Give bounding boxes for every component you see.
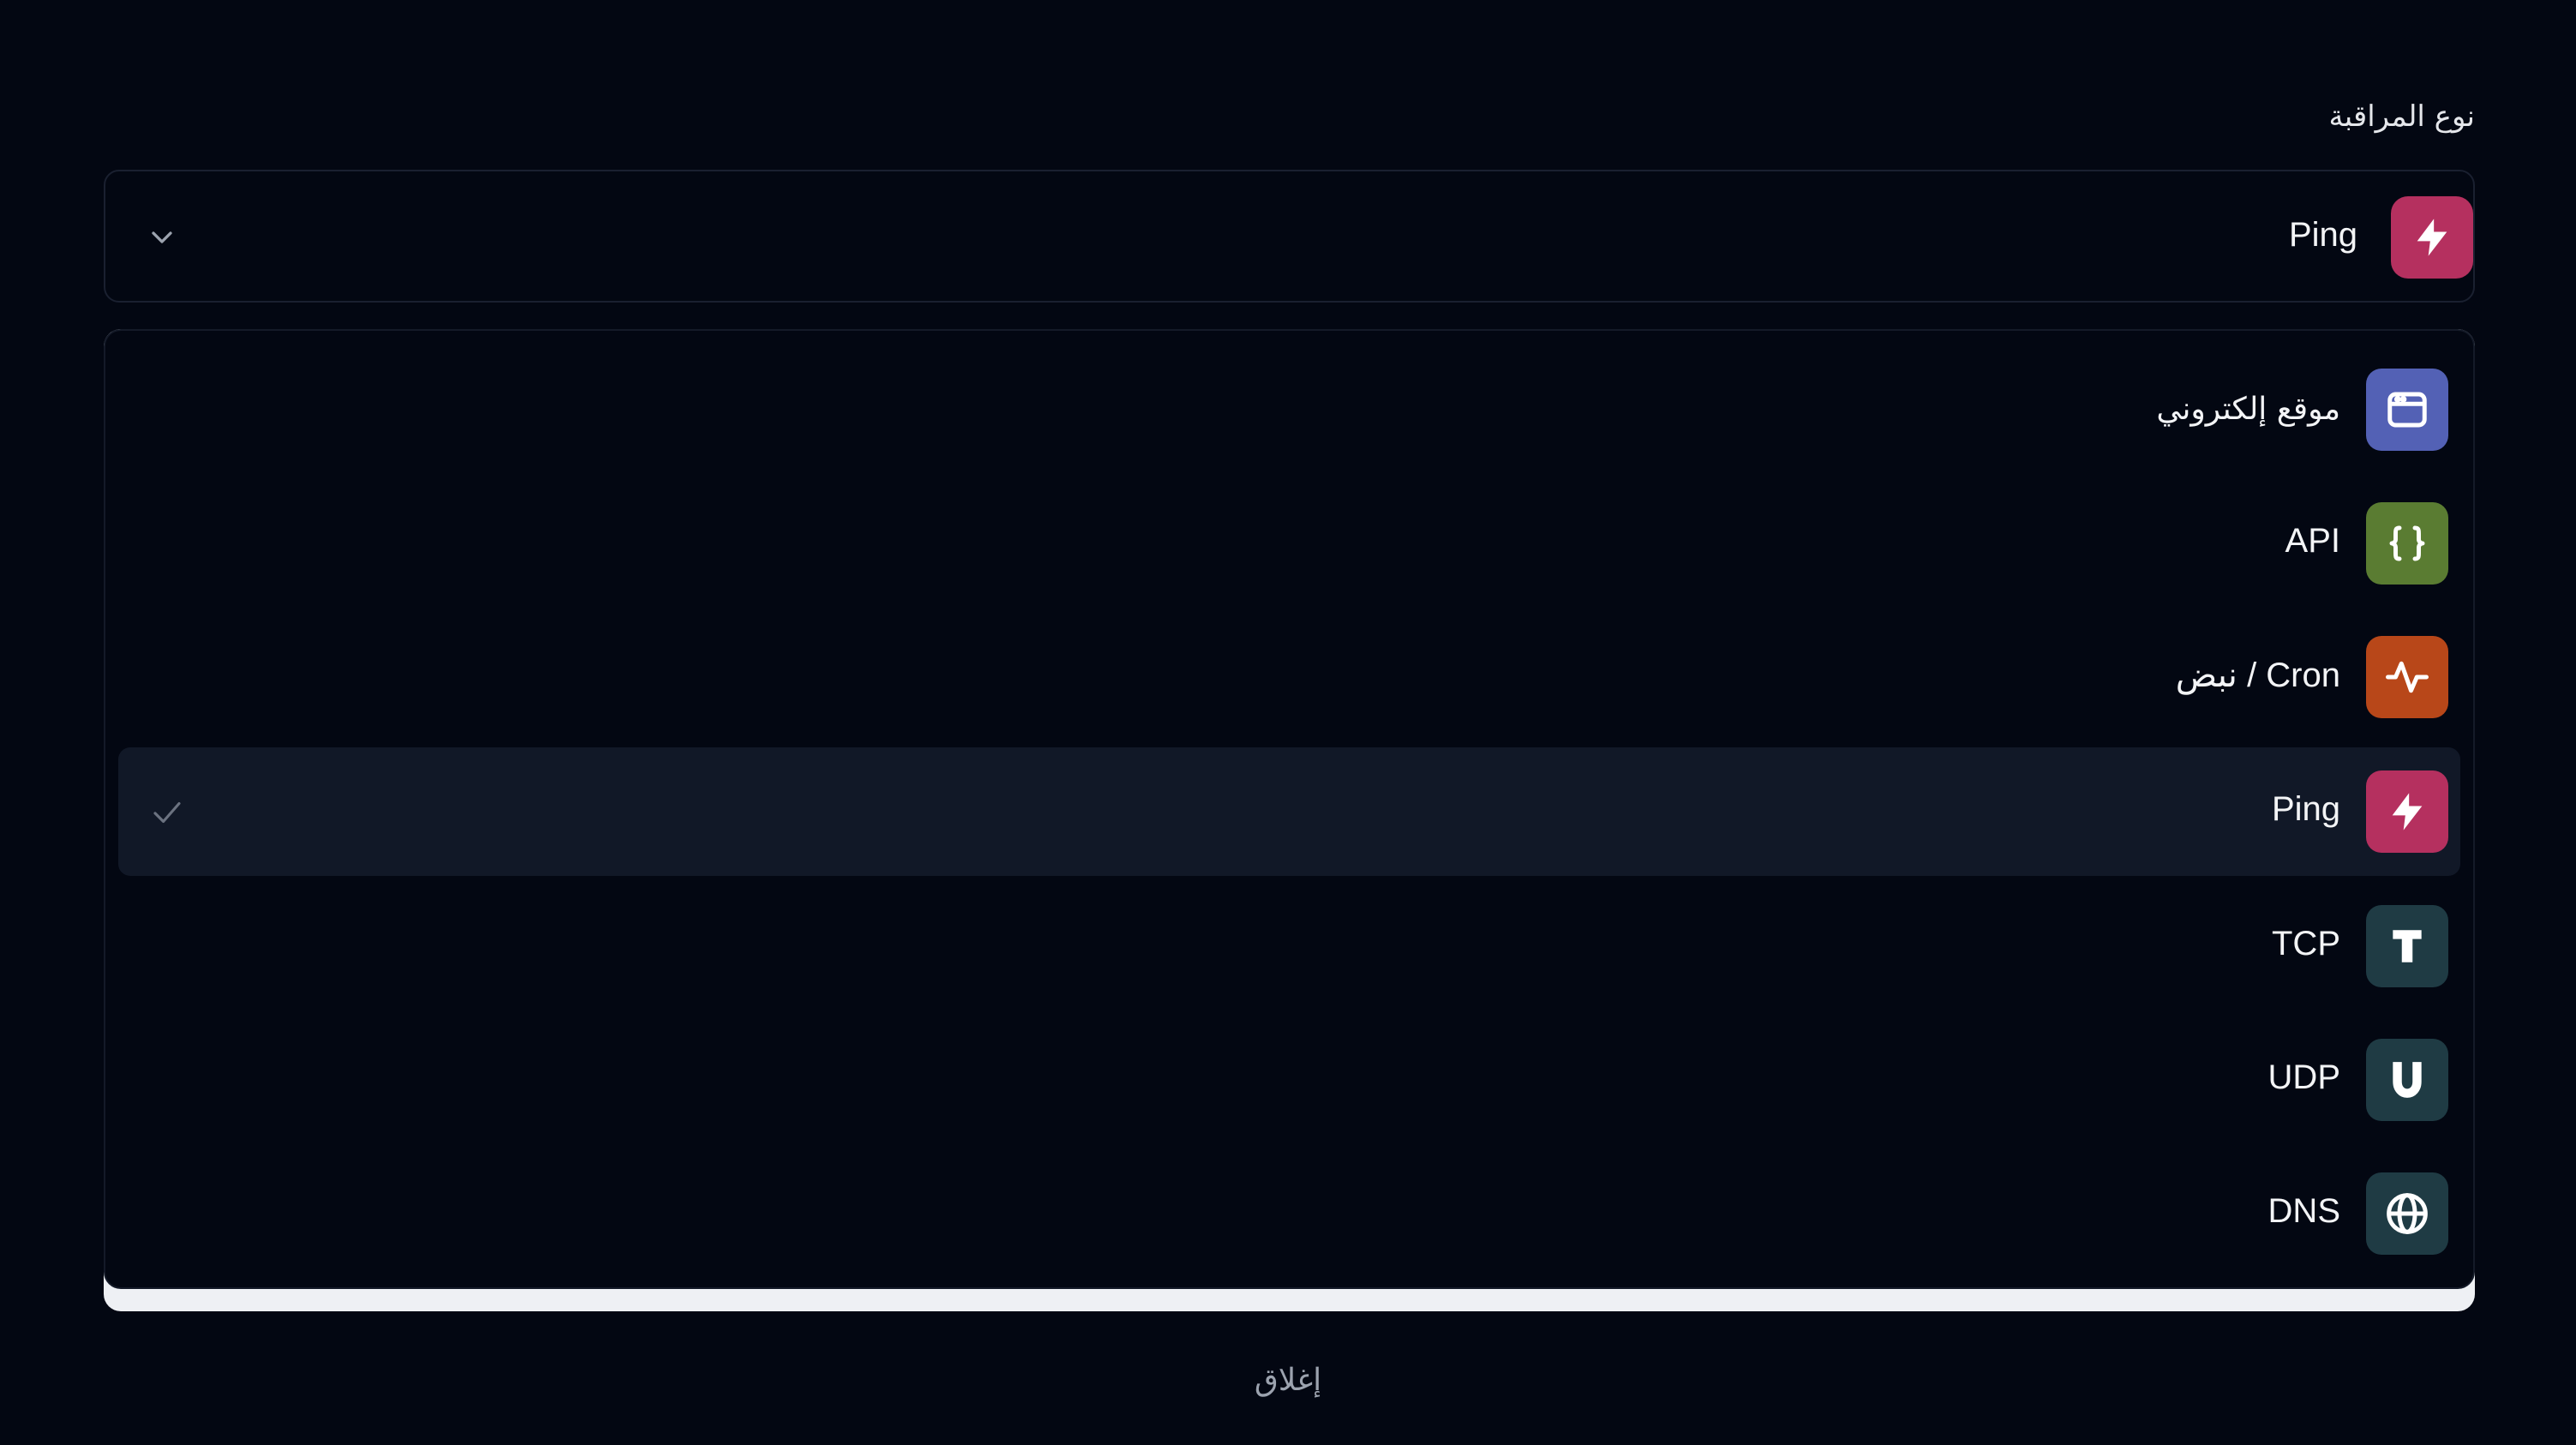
option-dns[interactable]: DNS bbox=[118, 1149, 2460, 1278]
option-label: API bbox=[2285, 522, 2340, 560]
option-label: Ping bbox=[2271, 790, 2340, 828]
option-udp[interactable]: UDP bbox=[118, 1016, 2460, 1144]
curly-braces-icon bbox=[2366, 502, 2448, 585]
browser-window-icon bbox=[2366, 369, 2448, 451]
check-icon bbox=[149, 794, 185, 830]
option-label: DNS bbox=[2267, 1192, 2340, 1230]
select-value: Ping bbox=[2288, 216, 2357, 254]
close-button[interactable]: إغلاق bbox=[0, 1363, 2576, 1398]
dropdown-list: موقع إلكتروني API نبض / Cron Ping TCP UD… bbox=[104, 329, 2475, 1289]
letter-u-icon bbox=[2366, 1039, 2448, 1121]
monitor-type-label: نوع المراقبة bbox=[2328, 99, 2475, 134]
chevron-down-icon[interactable] bbox=[145, 220, 179, 255]
monitor-type-select[interactable]: Ping bbox=[104, 170, 2475, 303]
option-label: موقع إلكتروني bbox=[2156, 392, 2340, 427]
letter-t-icon bbox=[2366, 905, 2448, 987]
option-ping[interactable]: Ping bbox=[118, 747, 2460, 876]
option-label: نبض / Cron bbox=[2175, 657, 2340, 694]
option-label: UDP bbox=[2267, 1058, 2340, 1096]
option-label: TCP bbox=[2272, 925, 2340, 962]
option-tcp[interactable]: TCP bbox=[118, 882, 2460, 1010]
globe-icon bbox=[2366, 1172, 2448, 1255]
bolt-icon bbox=[2391, 196, 2473, 279]
option-api[interactable]: API bbox=[118, 479, 2460, 608]
monitor-type-picker: نوع المراقبة Ping موقع إلكتروني API نبض … bbox=[0, 0, 2576, 1445]
bolt-icon bbox=[2366, 770, 2448, 853]
pulse-icon bbox=[2366, 636, 2448, 718]
option-cron[interactable]: نبض / Cron bbox=[118, 613, 2460, 741]
option-website[interactable]: موقع إلكتروني bbox=[118, 345, 2460, 474]
